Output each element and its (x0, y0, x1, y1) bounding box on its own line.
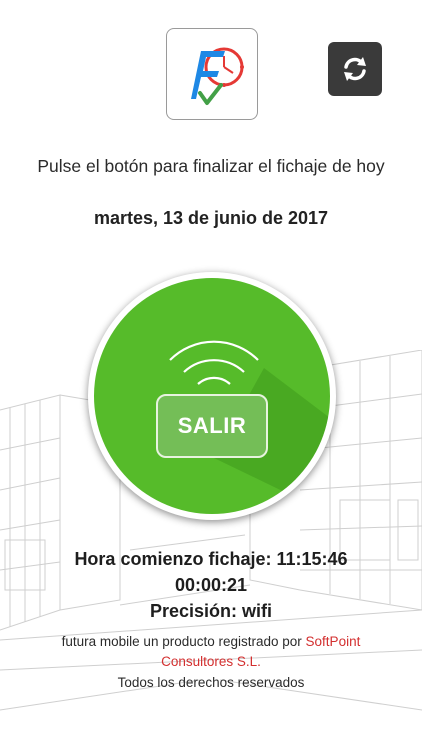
app-logo (166, 28, 258, 120)
salir-label: SALIR (156, 394, 268, 458)
clock-out-button[interactable]: SALIR (88, 272, 336, 520)
clock-out-button-face: SALIR (94, 278, 330, 514)
current-date: martes, 13 de junio de 2017 (93, 208, 329, 228)
footer-rights: Todos los derechos reservados (117, 675, 305, 690)
futura-fichaje-logo-icon (191, 47, 244, 105)
footer-line-2: Consultores S.L. (0, 654, 422, 669)
fichaje-screen: Pulse el botón para finalizar el fichaje… (0, 0, 422, 750)
instruction-text: Pulse el botón para finalizar el fichaje… (37, 156, 385, 176)
elapsed-time-text: 00:00:21 (174, 575, 248, 595)
footer-prefix: futura mobile un producto registrado por (61, 634, 302, 649)
wifi-icon (169, 340, 259, 385)
start-time-text: Hora comienzo fichaje: 11:15:46 (74, 549, 348, 569)
precision-text: Precisión: wifi (149, 601, 273, 621)
refresh-icon (344, 57, 366, 81)
softpoint-link-part-1[interactable]: SoftPoint (306, 634, 361, 649)
softpoint-link-part-2[interactable]: Consultores S.L. (161, 654, 261, 669)
footer-line-1: futura mobile un producto registrado por… (0, 634, 422, 649)
refresh-button[interactable] (328, 42, 382, 96)
